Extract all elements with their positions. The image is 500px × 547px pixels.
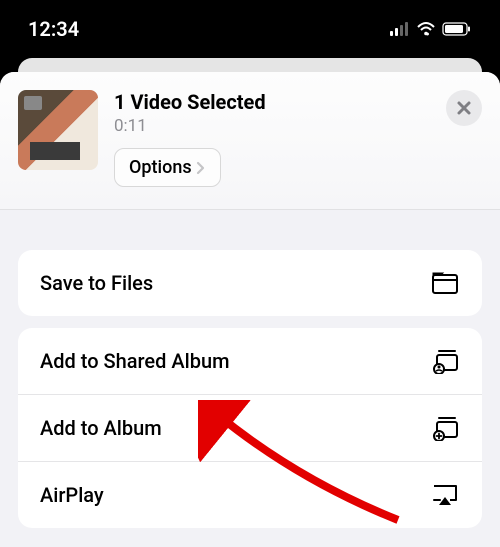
header-info: 1 Video Selected 0:11 Options (114, 90, 430, 187)
airplay-row[interactable]: AirPlay (18, 461, 482, 528)
airplay-label: AirPlay (40, 483, 104, 507)
chevron-right-icon (196, 161, 206, 175)
selection-title: 1 Video Selected (114, 90, 430, 114)
folder-icon (430, 268, 460, 298)
video-thumbnail[interactable] (18, 90, 98, 170)
action-group-1: Save to Files (18, 250, 482, 316)
action-group-2: Add to Shared Album Add to Album (18, 328, 482, 528)
add-to-album-row[interactable]: Add to Album (18, 394, 482, 461)
signal-icon (390, 22, 410, 36)
status-time: 12:34 (28, 17, 79, 41)
video-duration: 0:11 (114, 116, 430, 136)
wifi-icon (416, 22, 436, 36)
add-to-shared-album-label: Add to Shared Album (40, 349, 230, 373)
shared-album-icon (430, 346, 460, 376)
close-button[interactable] (446, 90, 482, 126)
options-button[interactable]: Options (114, 148, 221, 187)
sheet-header: 1 Video Selected 0:11 Options (0, 72, 500, 210)
close-icon (456, 100, 472, 116)
airplay-icon (430, 480, 460, 510)
battery-icon (442, 22, 472, 36)
save-to-files-row[interactable]: Save to Files (18, 250, 482, 316)
status-bar: 12:34 (0, 0, 500, 58)
add-album-icon (430, 413, 460, 443)
status-icons (390, 22, 472, 36)
add-to-album-label: Add to Album (40, 416, 162, 440)
add-to-shared-album-row[interactable]: Add to Shared Album (18, 328, 482, 394)
options-label: Options (129, 157, 192, 178)
share-sheet: 1 Video Selected 0:11 Options Save to Fi… (0, 72, 500, 547)
save-to-files-label: Save to Files (40, 271, 153, 295)
